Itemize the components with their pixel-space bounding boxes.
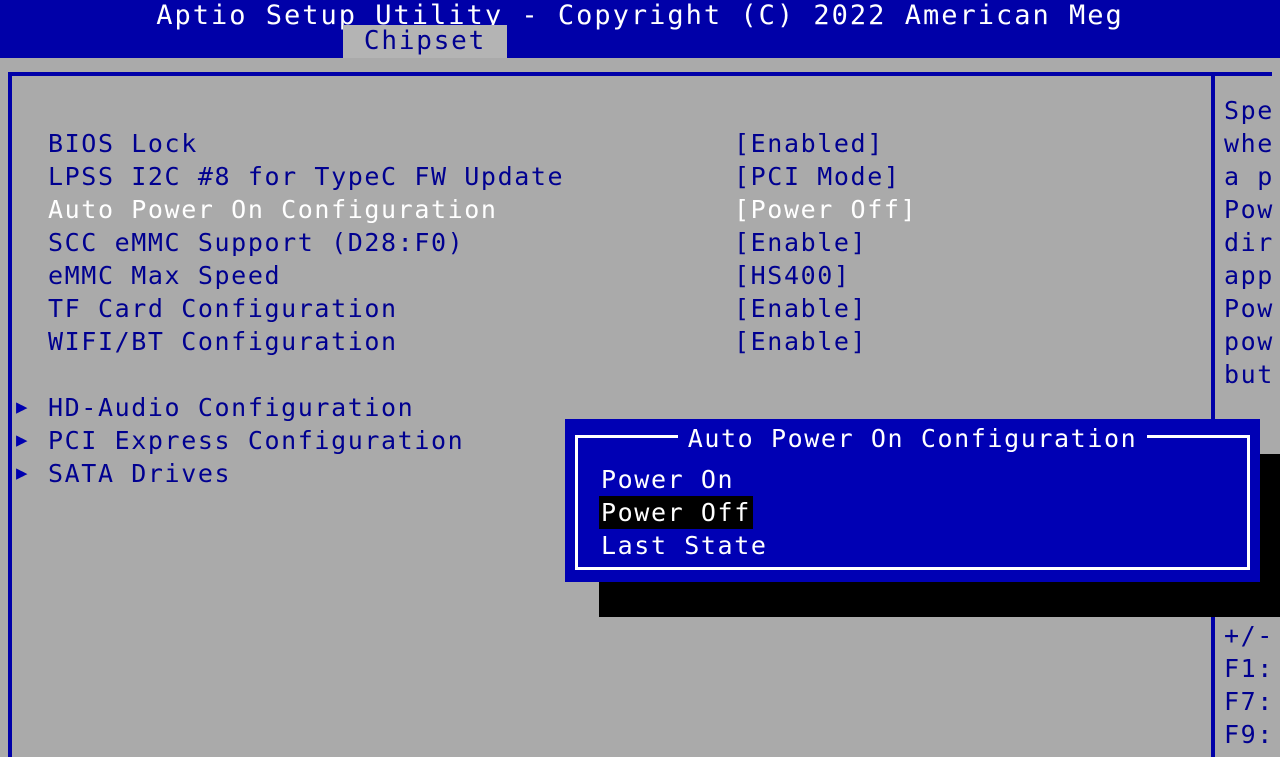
setting-value[interactable]: [Enable] [734, 325, 867, 358]
setting-label: eMMC Max Speed [48, 261, 282, 290]
tab-chipset[interactable]: Chipset [343, 25, 507, 58]
setting-label: Auto Power On Configuration [48, 195, 498, 224]
setting-label: BIOS Lock [48, 129, 198, 158]
key-legend-line: F1: [1224, 654, 1274, 683]
setting-value[interactable]: [Enabled] [734, 127, 884, 160]
setting-row[interactable]: TF Card Configuration [Enable] [48, 292, 1188, 325]
setting-row[interactable]: BIOS Lock [Enabled] [48, 127, 1188, 160]
help-text-line: pow [1224, 327, 1274, 356]
auto-power-on-popup: Auto Power On Configuration Power On Powe… [565, 419, 1260, 582]
vertical-divider [1211, 76, 1215, 757]
setting-row[interactable]: LPSS I2C #8 for TypeC FW Update [PCI Mode… [48, 160, 1188, 193]
help-text-line: a p [1224, 162, 1274, 191]
popup-option[interactable]: Last State [599, 529, 770, 562]
submenu-arrow-icon: ▶ [16, 462, 28, 484]
help-text-line: Spe [1224, 96, 1274, 125]
popup-option-row[interactable]: Power On [599, 463, 770, 496]
key-legend-line: F9: [1224, 720, 1274, 749]
setting-row[interactable]: SCC eMMC Support (D28:F0) [Enable] [48, 226, 1188, 259]
popup-option[interactable]: Power Off [599, 496, 753, 529]
setting-label: TF Card Configuration [48, 294, 398, 323]
setting-row[interactable]: WIFI/BT Configuration [Enable] [48, 325, 1188, 358]
key-legend-panel: +/- F1: F7: F9: [1224, 619, 1280, 751]
help-text-line: app [1224, 261, 1274, 290]
setting-value[interactable]: [Enable] [734, 226, 867, 259]
help-text-line: dir [1224, 228, 1274, 257]
popup-option[interactable]: Power On [599, 463, 736, 496]
setting-row[interactable]: eMMC Max Speed [HS400] [48, 259, 1188, 292]
setting-label: SCC eMMC Support (D28:F0) [48, 228, 465, 257]
help-text-panel: Spe whe a p Pow dir app Pow pow but [1224, 94, 1280, 391]
bios-setup-screen: Aptio Setup Utility - Copyright (C) 2022… [0, 0, 1280, 757]
submenu-arrow-icon: ▶ [16, 429, 28, 451]
help-text-line: but [1224, 360, 1274, 389]
setting-value[interactable]: [Enable] [734, 292, 867, 325]
popup-option-row[interactable]: Last State [599, 529, 770, 562]
submenu-label: SATA Drives [48, 459, 232, 488]
popup-option-row[interactable]: Power Off [599, 496, 770, 529]
page-title: Aptio Setup Utility - Copyright (C) 2022… [156, 0, 1124, 31]
setting-row[interactable]: Auto Power On Configuration [Power Off] [48, 193, 1188, 226]
setting-value[interactable]: [HS400] [734, 259, 851, 292]
setting-value[interactable]: [Power Off] [734, 193, 917, 226]
setting-value[interactable]: [PCI Mode] [734, 160, 901, 193]
help-text-line: whe [1224, 129, 1274, 158]
submenu-arrow-icon: ▶ [16, 396, 28, 418]
popup-title-text: Auto Power On Configuration [677, 424, 1148, 453]
setting-label: WIFI/BT Configuration [48, 327, 398, 356]
key-legend-line: +/- [1224, 621, 1274, 650]
key-legend-line: F7: [1224, 687, 1274, 716]
help-text-line: Pow [1224, 294, 1274, 323]
help-text-line: Pow [1224, 195, 1274, 224]
submenu-label: HD-Audio Configuration [48, 393, 415, 422]
popup-title: Auto Power On Configuration [565, 424, 1260, 453]
submenu-label: PCI Express Configuration [48, 426, 465, 455]
setting-label: LPSS I2C #8 for TypeC FW Update [48, 162, 565, 191]
popup-option-list: Power On Power Off Last State [599, 463, 770, 562]
